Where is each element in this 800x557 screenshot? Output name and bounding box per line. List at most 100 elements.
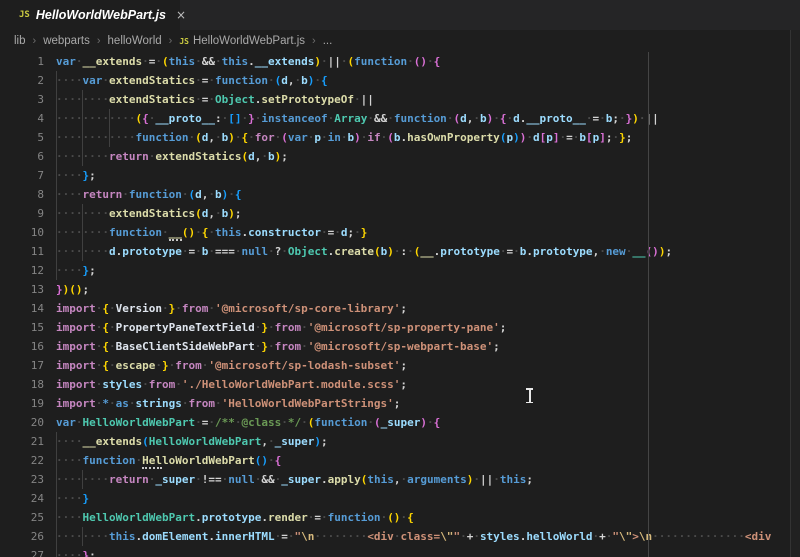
code-line-text: ········return·_super·!==·null·&&·_super…	[56, 473, 533, 486]
line-number: 1	[37, 55, 44, 68]
code-line[interactable]: 17 import·{·escape·}·from·'@microsoft/sp-…	[0, 356, 800, 375]
code-line-text: var·__extends·=·(this·&&·this.__extends)…	[56, 55, 441, 68]
code-line-text: ········function·__()·{·this.constructor…	[56, 226, 368, 241]
code-line[interactable]: 24 ····}	[0, 489, 800, 508]
code-line[interactable]: 8 ····return·function·(d,·b)·{	[0, 185, 800, 204]
scrollbar-track[interactable]	[791, 30, 800, 557]
breadcrumb: lib › webparts › helloWorld › JS HelloWorldWebP…	[0, 30, 800, 52]
code-line-text: ········extendStatics·=·Object.setProtot…	[56, 93, 374, 106]
code-line[interactable]: 15 import·{·PropertyPaneTextField·}·from·…	[0, 318, 800, 337]
scrollbar-divider	[790, 30, 791, 557]
code-line[interactable]: 5 ············function·(d,·b)·{·for·(var·…	[0, 128, 800, 147]
breadcrumb-separator: ›	[96, 35, 101, 47]
line-number: 26	[30, 530, 44, 543]
code-line[interactable]: 27 ····};	[0, 546, 800, 557]
code-line-text: ····};	[56, 264, 96, 277]
code-line-text: ········return·extendStatics(d,·b);	[56, 150, 288, 163]
tab-title: HelloWorldWebPart.js	[35, 8, 166, 22]
code-line[interactable]: 21 ····__extends(HelloWorldWebPart,·_supe…	[0, 432, 800, 451]
line-number: 22	[30, 454, 44, 467]
breadcrumb-item-helloWorld[interactable]: helloWorld	[108, 35, 162, 47]
code-line[interactable]: 9 ········extendStatics(d,·b);	[0, 204, 800, 223]
line-number: 24	[30, 492, 44, 505]
line-number: 8	[37, 188, 44, 201]
code-line-text: import·{·PropertyPaneTextField·}·from·'@…	[56, 321, 507, 334]
breadcrumb-separator: ›	[32, 35, 37, 47]
code-line[interactable]: 7 ····};	[0, 166, 800, 185]
code-editor[interactable]: 1 var·__extends·=·(this·&&·this.__extends…	[0, 52, 800, 557]
tab-close-icon[interactable]: ×	[176, 9, 186, 21]
breadcrumb-item-lib[interactable]: lib	[14, 35, 26, 47]
code-line-text: ············({·__proto__:·[]·}·instanceo…	[56, 112, 659, 125]
mouse-ibeam-cursor	[525, 388, 534, 403]
code-line-text: ········this.domElement.innerHTML·=·"\n·…	[56, 530, 772, 543]
code-line[interactable]: 22 ····function·HelloWorldWebPart()·{	[0, 451, 800, 470]
code-line[interactable]: 14 import·{·Version·}·from·'@microsoft/sp…	[0, 299, 800, 318]
breadcrumb-item-webparts[interactable]: webparts	[43, 35, 90, 47]
line-number: 9	[37, 207, 44, 220]
line-number: 15	[30, 321, 44, 334]
code-line[interactable]: 6 ········return·extendStatics(d,·b);	[0, 147, 800, 166]
code-line-text: import·*·as·strings·from·'HelloWorldWebP…	[56, 397, 401, 410]
code-line-text: ····function·HelloWorldWebPart()·{	[56, 454, 282, 469]
code-line-text: ············function·(d,·b)·{·for·(var·p…	[56, 131, 633, 144]
line-number: 17	[30, 359, 44, 372]
line-number: 27	[30, 549, 44, 557]
js-file-icon: JS	[19, 10, 30, 20]
code-line[interactable]: 3 ········extendStatics·=·Object.setProto…	[0, 90, 800, 109]
editor-ruler	[648, 52, 649, 557]
code-line-text: import·{·Version·}·from·'@microsoft/sp-c…	[56, 302, 408, 315]
code-line[interactable]: 4 ············({·__proto__:·[]·}·instance…	[0, 109, 800, 128]
breadcrumb-separator: ›	[168, 35, 173, 47]
line-number: 23	[30, 473, 44, 486]
code-line-text: import·{·BaseClientSideWebPart·}·from·'@…	[56, 340, 500, 353]
line-number: 4	[37, 112, 44, 125]
code-line[interactable]: 11 ········d.prototype·=·b·===·null·?·Obj…	[0, 242, 800, 261]
line-number: 18	[30, 378, 44, 391]
code-line[interactable]: 25 ····HelloWorldWebPart.prototype.render…	[0, 508, 800, 527]
line-number: 19	[30, 397, 44, 410]
breadcrumb-file-label: HelloWorldWebPart.js	[192, 35, 306, 47]
line-number: 14	[30, 302, 44, 315]
line-number: 20	[30, 416, 44, 429]
line-number: 6	[37, 150, 44, 163]
code-line[interactable]: 10 ········function·__()·{·this.construct…	[0, 223, 800, 242]
code-line[interactable]: 1 var·__extends·=·(this·&&·this.__extends…	[0, 52, 800, 71]
breadcrumb-more[interactable]: ...	[323, 35, 333, 47]
code-line[interactable]: 23 ········return·_super·!==·null·&&·_sup…	[0, 470, 800, 489]
line-number: 16	[30, 340, 44, 353]
code-line[interactable]: 19 import·*·as·strings·from·'HelloWorldWe…	[0, 394, 800, 413]
code-line-text: ····};	[56, 549, 96, 557]
tab-bar: JS HelloWorldWebPart.js ×	[0, 0, 800, 30]
line-number: 10	[30, 226, 44, 239]
code-line-text: ········extendStatics(d,·b);	[56, 207, 242, 220]
line-number: 25	[30, 511, 44, 524]
code-line-text: ····__extends(HelloWorldWebPart,·_super)…	[56, 435, 328, 448]
code-line[interactable]: 18 import·styles·from·'./HelloWorldWebPar…	[0, 375, 800, 394]
code-line-text: var·HelloWorldWebPart·=·/**·@class·*/·(f…	[56, 416, 441, 429]
line-number: 3	[37, 93, 44, 106]
vscode-window: JS HelloWorldWebPart.js × lib › webparts › h…	[0, 0, 800, 557]
line-number: 13	[30, 283, 44, 296]
code-line[interactable]: 16 import·{·BaseClientSideWebPart·}·from·…	[0, 337, 800, 356]
code-line-text: ····var·extendStatics·=·function·(d,·b)·…	[56, 74, 328, 87]
code-line-text: ····return·function·(d,·b)·{	[56, 188, 242, 201]
code-line[interactable]: 26 ········this.domElement.innerHTML·=·"\…	[0, 527, 800, 546]
breadcrumb-item-file[interactable]: JS HelloWorldWebPart.js	[179, 35, 305, 47]
code-line[interactable]: 12 ····};	[0, 261, 800, 280]
line-number: 11	[30, 245, 44, 258]
code-line-text: ········d.prototype·=·b·===·null·?·Objec…	[56, 245, 673, 258]
code-line-text: import·styles·from·'./HelloWorldWebPart.…	[56, 378, 408, 391]
code-line[interactable]: 2 ····var·extendStatics·=·function·(d,·b)…	[0, 71, 800, 90]
line-number: 2	[37, 74, 44, 87]
code-line[interactable]: 13 })();	[0, 280, 800, 299]
line-number: 12	[30, 264, 44, 277]
code-line-text: })();	[56, 283, 90, 296]
code-line-text: import·{·escape·}·from·'@microsoft/sp-lo…	[56, 359, 408, 372]
code-line-text: ····HelloWorldWebPart.prototype.render·=…	[56, 511, 414, 524]
line-number: 21	[30, 435, 44, 448]
code-line[interactable]: 20 var·HelloWorldWebPart·=·/**·@class·*/·…	[0, 413, 800, 432]
tab-helloworldwebpart[interactable]: JS HelloWorldWebPart.js ×	[0, 0, 186, 30]
code-line-text: ····};	[56, 169, 96, 182]
js-file-icon: JS	[179, 36, 189, 46]
